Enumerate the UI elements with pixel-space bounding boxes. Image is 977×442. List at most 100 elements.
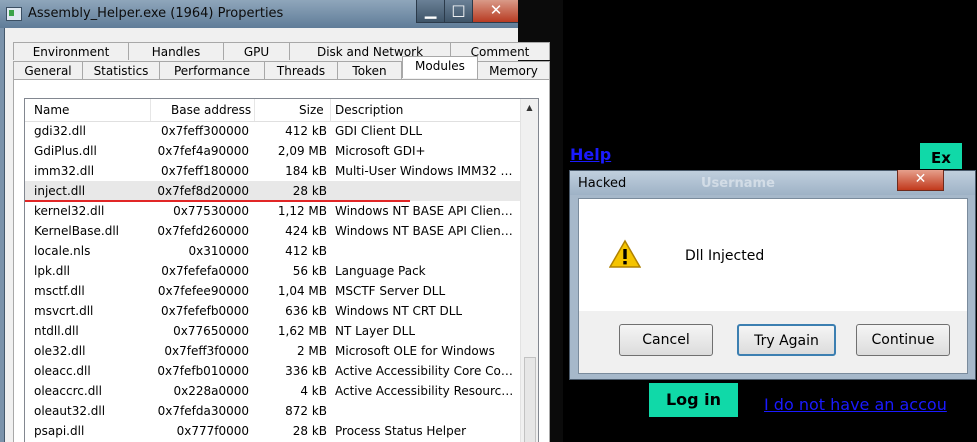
column-divider[interactable] [254, 99, 255, 121]
tab-token[interactable]: Token [337, 61, 402, 79]
module-size: 4 kB [300, 384, 327, 398]
module-base-address: 0x7fef8d20000 [157, 184, 249, 198]
module-description: Microsoft GDI+ [335, 144, 426, 158]
table-row[interactable]: locale.nls 0x310000 412 kB [25, 241, 520, 261]
help-link[interactable]: Help [570, 145, 611, 164]
table-row[interactable]: imm32.dll 0x7feff180000 184 kB Multi-User W… [25, 161, 520, 181]
tab-general[interactable]: General [13, 61, 83, 79]
table-row[interactable]: lpk.dll 0x7fefefa0000 56 kB Language Pack [25, 261, 520, 281]
module-name: imm32.dll [34, 164, 95, 178]
tab-modules[interactable]: Modules [402, 56, 478, 78]
dialog-title-bar[interactable]: Hacked Username ✕ [570, 170, 975, 195]
scroll-up-arrow-icon[interactable]: ▲ [521, 99, 538, 116]
module-name: lpk.dll [34, 264, 70, 278]
module-description: Multi-User Windows IMM32 AP... [335, 164, 517, 178]
title-bar[interactable]: Assembly_Helper.exe (1964) Properties ▁ … [0, 0, 563, 28]
module-name: msctf.dll [34, 284, 85, 298]
module-size: 28 kB [292, 184, 327, 198]
module-base-address: 0x7feff3f0000 [164, 344, 249, 358]
table-row[interactable]: msctf.dll 0x7fefee90000 1,04 MB MSCTF Serve… [25, 281, 520, 301]
module-description: Microsoft OLE for Windows [335, 344, 495, 358]
table-row[interactable]: oleaut32.dll 0x7fefda30000 872 kB [25, 401, 520, 421]
column-divider[interactable] [330, 99, 331, 121]
cancel-button[interactable]: Cancel [619, 324, 713, 356]
try-again-button[interactable]: Try Again [737, 324, 836, 356]
column-header-size[interactable]: Size [299, 103, 324, 117]
dialog-content: Dll Injected [579, 199, 967, 311]
table-row[interactable]: inject.dll 0x7fef8d20000 28 kB [25, 181, 520, 201]
module-base-address: 0x310000 [188, 244, 249, 258]
module-size: 2 MB [296, 344, 327, 358]
dialog-title: Hacked [578, 176, 627, 191]
module-name: gdi32.dll [34, 124, 86, 138]
tab-performance[interactable]: Performance [159, 61, 265, 79]
module-size: 2,09 MB [277, 144, 327, 158]
dialog-close-button[interactable]: ✕ [897, 170, 944, 191]
column-header-name[interactable]: Name [34, 103, 69, 117]
column-header-description[interactable]: Description [335, 103, 403, 117]
tab-environment[interactable]: Environment [13, 42, 129, 60]
table-row[interactable]: oleaccrc.dll 0x228a0000 4 kB Active Accessi… [25, 381, 520, 401]
module-name: KernelBase.dll [34, 224, 120, 238]
table-row[interactable]: GdiPlus.dll 0x7fef4a90000 2,09 MB Microsoft… [25, 141, 520, 161]
module-name: GdiPlus.dll [34, 144, 97, 158]
module-name: locale.nls [34, 244, 91, 258]
module-size: 872 kB [285, 404, 327, 418]
module-size: 1,12 MB [277, 204, 327, 218]
modules-list[interactable]: Name Base address Size Description gdi32… [24, 98, 539, 442]
app-icon [6, 7, 22, 21]
module-name: psapi.dll [34, 424, 85, 438]
module-base-address: 0x7fefee90000 [157, 284, 249, 298]
module-size: 28 kB [292, 424, 327, 438]
window-title: Assembly_Helper.exe (1964) Properties [28, 6, 284, 21]
module-base-address: 0x7feff180000 [160, 164, 249, 178]
table-row[interactable]: ole32.dll 0x7feff3f0000 2 MB Microsoft OLE … [25, 341, 520, 361]
module-description: NT Layer DLL [335, 324, 416, 338]
table-row[interactable]: KernelBase.dll 0x7fefd260000 424 kB Windows… [25, 221, 520, 241]
tab-memory[interactable]: Memory [477, 61, 550, 79]
close-button[interactable]: ✕ [472, 0, 520, 23]
process-properties-window: Assembly_Helper.exe (1964) Properties ▁ … [0, 0, 563, 442]
module-size: 56 kB [292, 264, 327, 278]
table-row[interactable]: ntdll.dll 0x77650000 1,62 MB NT Layer DLL [25, 321, 520, 341]
module-size: 1,62 MB [277, 324, 327, 338]
login-button[interactable]: Log in [649, 383, 738, 417]
module-base-address: 0x7fefd260000 [157, 224, 249, 238]
tab-threads[interactable]: Threads [264, 61, 338, 79]
module-description: Language Pack [335, 264, 426, 278]
module-name: inject.dll [34, 184, 86, 198]
module-base-address: 0x77650000 [173, 324, 249, 338]
minimize-button[interactable]: ▁ [416, 0, 445, 23]
table-row[interactable]: gdi32.dll 0x7feff300000 412 kB GDI Client D… [25, 121, 520, 141]
maximize-button[interactable]: □ [444, 0, 473, 23]
tab-statistics[interactable]: Statistics [82, 61, 160, 79]
scrollbar-thumb[interactable] [524, 357, 536, 442]
table-row[interactable]: kernel32.dll 0x77530000 1,12 MB Windows NT … [25, 201, 520, 221]
hacked-dialog: Hacked Username ✕ Dll Injected Cancel Tr… [569, 170, 976, 380]
module-description: Windows NT BASE API Client ... [335, 224, 517, 238]
module-base-address: 0x7feff300000 [160, 124, 249, 138]
module-description: Windows NT CRT DLL [335, 304, 463, 318]
module-description: GDI Client DLL [335, 124, 423, 138]
module-name: oleacc.dll [34, 364, 91, 378]
module-size: 412 kB [285, 244, 327, 258]
column-divider[interactable] [150, 99, 151, 121]
table-row[interactable]: psapi.dll 0x777f0000 28 kB Process Status H… [25, 421, 520, 441]
highlight-underline [25, 200, 410, 202]
module-size: 424 kB [285, 224, 327, 238]
background-username-label: Username [701, 176, 775, 191]
module-name: oleaccrc.dll [34, 384, 102, 398]
no-account-link[interactable]: I do not have an accou [764, 395, 947, 414]
ex-button[interactable]: Ex [920, 143, 962, 169]
table-row[interactable]: oleacc.dll 0x7fefb010000 336 kB Active Acce… [25, 361, 520, 381]
table-row[interactable]: msvcrt.dll 0x7fefefb0000 636 kB Windows NT … [25, 301, 520, 321]
tab-handles[interactable]: Handles [128, 42, 224, 60]
module-size: 336 kB [285, 364, 327, 378]
column-header-base-address[interactable]: Base address [171, 103, 251, 117]
module-description: Active Accessibility Resource DLL [335, 384, 517, 398]
vertical-scrollbar[interactable]: ▲ [520, 99, 538, 442]
module-size: 636 kB [285, 304, 327, 318]
tab-gpu[interactable]: GPU [223, 42, 290, 60]
module-size: 184 kB [285, 164, 327, 178]
continue-button[interactable]: Continue [856, 324, 950, 356]
